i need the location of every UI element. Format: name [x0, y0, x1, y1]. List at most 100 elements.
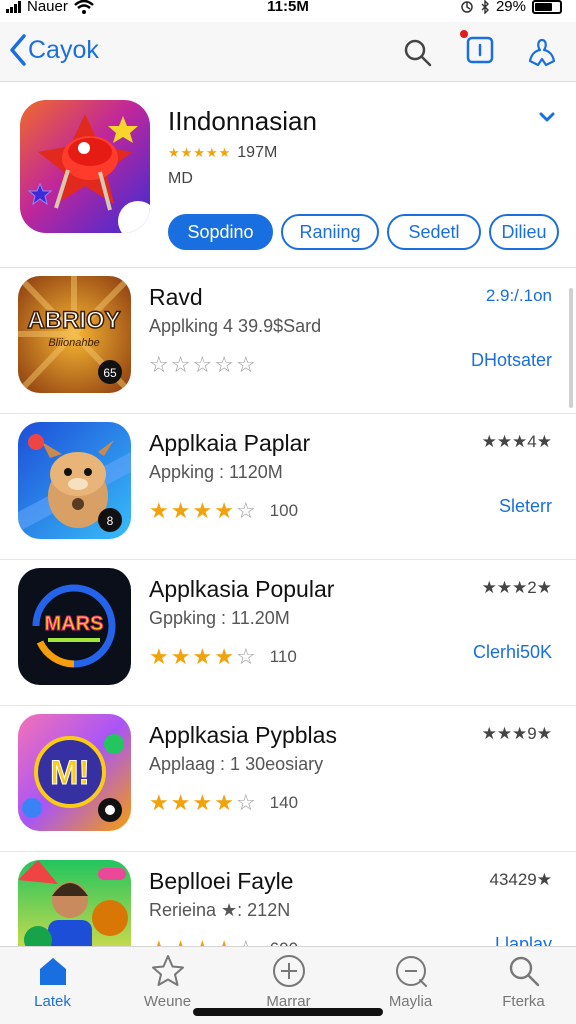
icon-subtitle-text: Bliionahbe [48, 337, 99, 349]
star-rating: ☆ ☆ ☆ ☆ ☆ [149, 354, 256, 376]
back-label: Cayok [28, 35, 99, 64]
inbox-icon [466, 36, 494, 64]
featured-rating: ★★★★★ 197M [168, 144, 277, 162]
app-action-link[interactable]: Sleterr [499, 496, 552, 517]
star-icon [151, 955, 184, 986]
tab-label: Latek [34, 993, 71, 1010]
list-item[interactable]: M! Applkasia Pypblas Applaag : 1 30eosia… [0, 706, 576, 852]
scrollbar[interactable] [569, 288, 573, 408]
app-name: Beplloei Fayle [149, 868, 294, 894]
star-empty-icon: ☆ [192, 352, 213, 377]
app-name: Ravd [149, 284, 203, 310]
chip-sopdino[interactable]: Sopdino [168, 214, 273, 250]
app-rating-summary: ★★★2★ [481, 578, 552, 597]
status-bar: Nauer 11:5M 29% [0, 0, 576, 22]
tab-maylia[interactable]: Maylia [353, 953, 468, 1010]
battery-icon [532, 0, 562, 14]
chevron-down-icon[interactable] [538, 110, 556, 124]
list-item[interactable]: ABRIOY Bliionahbe 65 Ravd Applking 4 39.… [0, 268, 576, 414]
star-empty-icon: ☆ [214, 352, 234, 377]
star-rating: ★ ★ ★ ★ ☆ 140 [149, 792, 298, 814]
tab-weune[interactable]: Weune [110, 953, 225, 1010]
featured-app-title: IIndonnasian [168, 106, 317, 136]
app-action-link[interactable]: DHotsater [471, 350, 552, 371]
navigation-bar: Cayok [0, 22, 576, 82]
app-subtitle: Appking : 1120M [149, 462, 283, 482]
app-name: Applkaia Paplar [149, 430, 311, 456]
home-indicator[interactable] [193, 1008, 383, 1016]
chip-sedetl[interactable]: Sedetl [387, 214, 481, 250]
star-filled-icon: ★ [170, 790, 191, 815]
featured-size: MD [168, 170, 193, 187]
icon-badge-text: 65 [103, 366, 117, 380]
battery-percent: 29% [495, 0, 526, 15]
app-icon[interactable]: 8 [18, 422, 131, 539]
star-empty-icon: ☆ [149, 352, 169, 377]
featured-app-icon[interactable] [20, 100, 150, 233]
list-item[interactable]: 8 Applkaia Paplar Appking : 1120M ★ ★ ★ ★ ☆ 1… [0, 414, 576, 560]
rating-count: 110 [269, 647, 297, 666]
star-filled-icon: ★ [192, 498, 213, 523]
star-filled-icon: ★ [214, 790, 234, 815]
tab-label: Weune [143, 993, 192, 1010]
star-filled-icon: ★ [149, 790, 169, 815]
category-chips: Sopdino Raniing Sedetl Dilieu [168, 214, 559, 250]
rating-stars: ★★★★★ [168, 145, 232, 160]
notification-dot [460, 30, 468, 38]
star-empty-icon: ☆ [170, 352, 191, 377]
star-rating: ★ ★ ★ ★ ☆ 100 [149, 500, 298, 522]
app-icon[interactable]: MARS [18, 568, 131, 685]
account-icon[interactable] [526, 37, 558, 69]
tab-fterka[interactable]: Fterka [466, 953, 576, 1010]
home-icon [39, 958, 66, 985]
star-empty-icon: ☆ [235, 498, 256, 523]
list-item[interactable]: MARS Applkasia Popular Gppking : 11.20M … [0, 560, 576, 706]
app-icon[interactable]: ABRIOY Bliionahbe 65 [18, 276, 131, 393]
bluetooth-icon [481, 0, 489, 14]
app-list: ABRIOY Bliionahbe 65 Ravd Applking 4 39.… [0, 268, 576, 998]
tab-label: Maylia [388, 993, 433, 1010]
star-filled-icon: ★ [149, 498, 169, 523]
star-empty-icon: ☆ [235, 644, 256, 669]
app-icon[interactable]: M! [18, 714, 131, 831]
chip-dilieu[interactable]: Dilieu [489, 214, 559, 250]
star-filled-icon: ★ [149, 644, 169, 669]
search-circle-icon [395, 956, 427, 987]
rating-count: 197M [237, 144, 278, 161]
icon-title-text: MARS [45, 613, 104, 635]
app-rating-summary: 43429★ [489, 870, 552, 889]
star-rating: ★ ★ ★ ★ ☆ 110 [149, 646, 297, 668]
app-subtitle: Rerieina ★: 212N [149, 900, 291, 920]
featured-app[interactable]: IIndonnasian ★★★★★ 197M MD Sopdino Ranii… [0, 82, 576, 268]
star-empty-icon: ☆ [235, 352, 256, 377]
search-icon[interactable] [402, 37, 434, 69]
star-filled-icon: ★ [214, 644, 234, 669]
app-subtitle: Applaag : 1 30eosiary [149, 754, 324, 774]
back-button[interactable]: Cayok [8, 32, 99, 68]
app-rating-summary: ★★★9★ [481, 724, 552, 743]
chevron-left-icon [10, 34, 26, 66]
rating-count: 140 [269, 793, 299, 812]
plus-circle-icon [272, 955, 305, 987]
tab-marrar[interactable]: Marrar [231, 953, 346, 1010]
icon-title-text: ABRIOY [27, 307, 120, 334]
notifications-button[interactable] [460, 30, 496, 71]
star-filled-icon: ★ [214, 498, 234, 523]
chip-raniing[interactable]: Raniing [281, 214, 379, 250]
search-icon [509, 956, 539, 987]
app-rating-summary: ★★★4★ [481, 432, 552, 451]
app-store-screen: Nauer 11:5M 29% Cayok IIndonnasian ★★★★★… [0, 0, 576, 1024]
icon-badge-text: 8 [107, 514, 114, 528]
app-name: Applkasia Pypblas [149, 722, 337, 748]
star-filled-icon: ★ [170, 644, 191, 669]
tab-label: Fterka [502, 993, 545, 1010]
icon-title-text: M! [50, 754, 90, 792]
app-action-link[interactable]: Clerhi50K [473, 642, 552, 663]
rating-count: 100 [269, 501, 299, 520]
app-name: Applkasia Popular [149, 576, 335, 602]
tab-latek[interactable]: Latek [0, 953, 110, 1010]
star-filled-icon: ★ [192, 644, 213, 669]
star-empty-icon: ☆ [235, 790, 256, 815]
app-subtitle: Gppking : 11.20M [149, 608, 290, 628]
app-price: 2.9:/.1on [485, 286, 552, 305]
